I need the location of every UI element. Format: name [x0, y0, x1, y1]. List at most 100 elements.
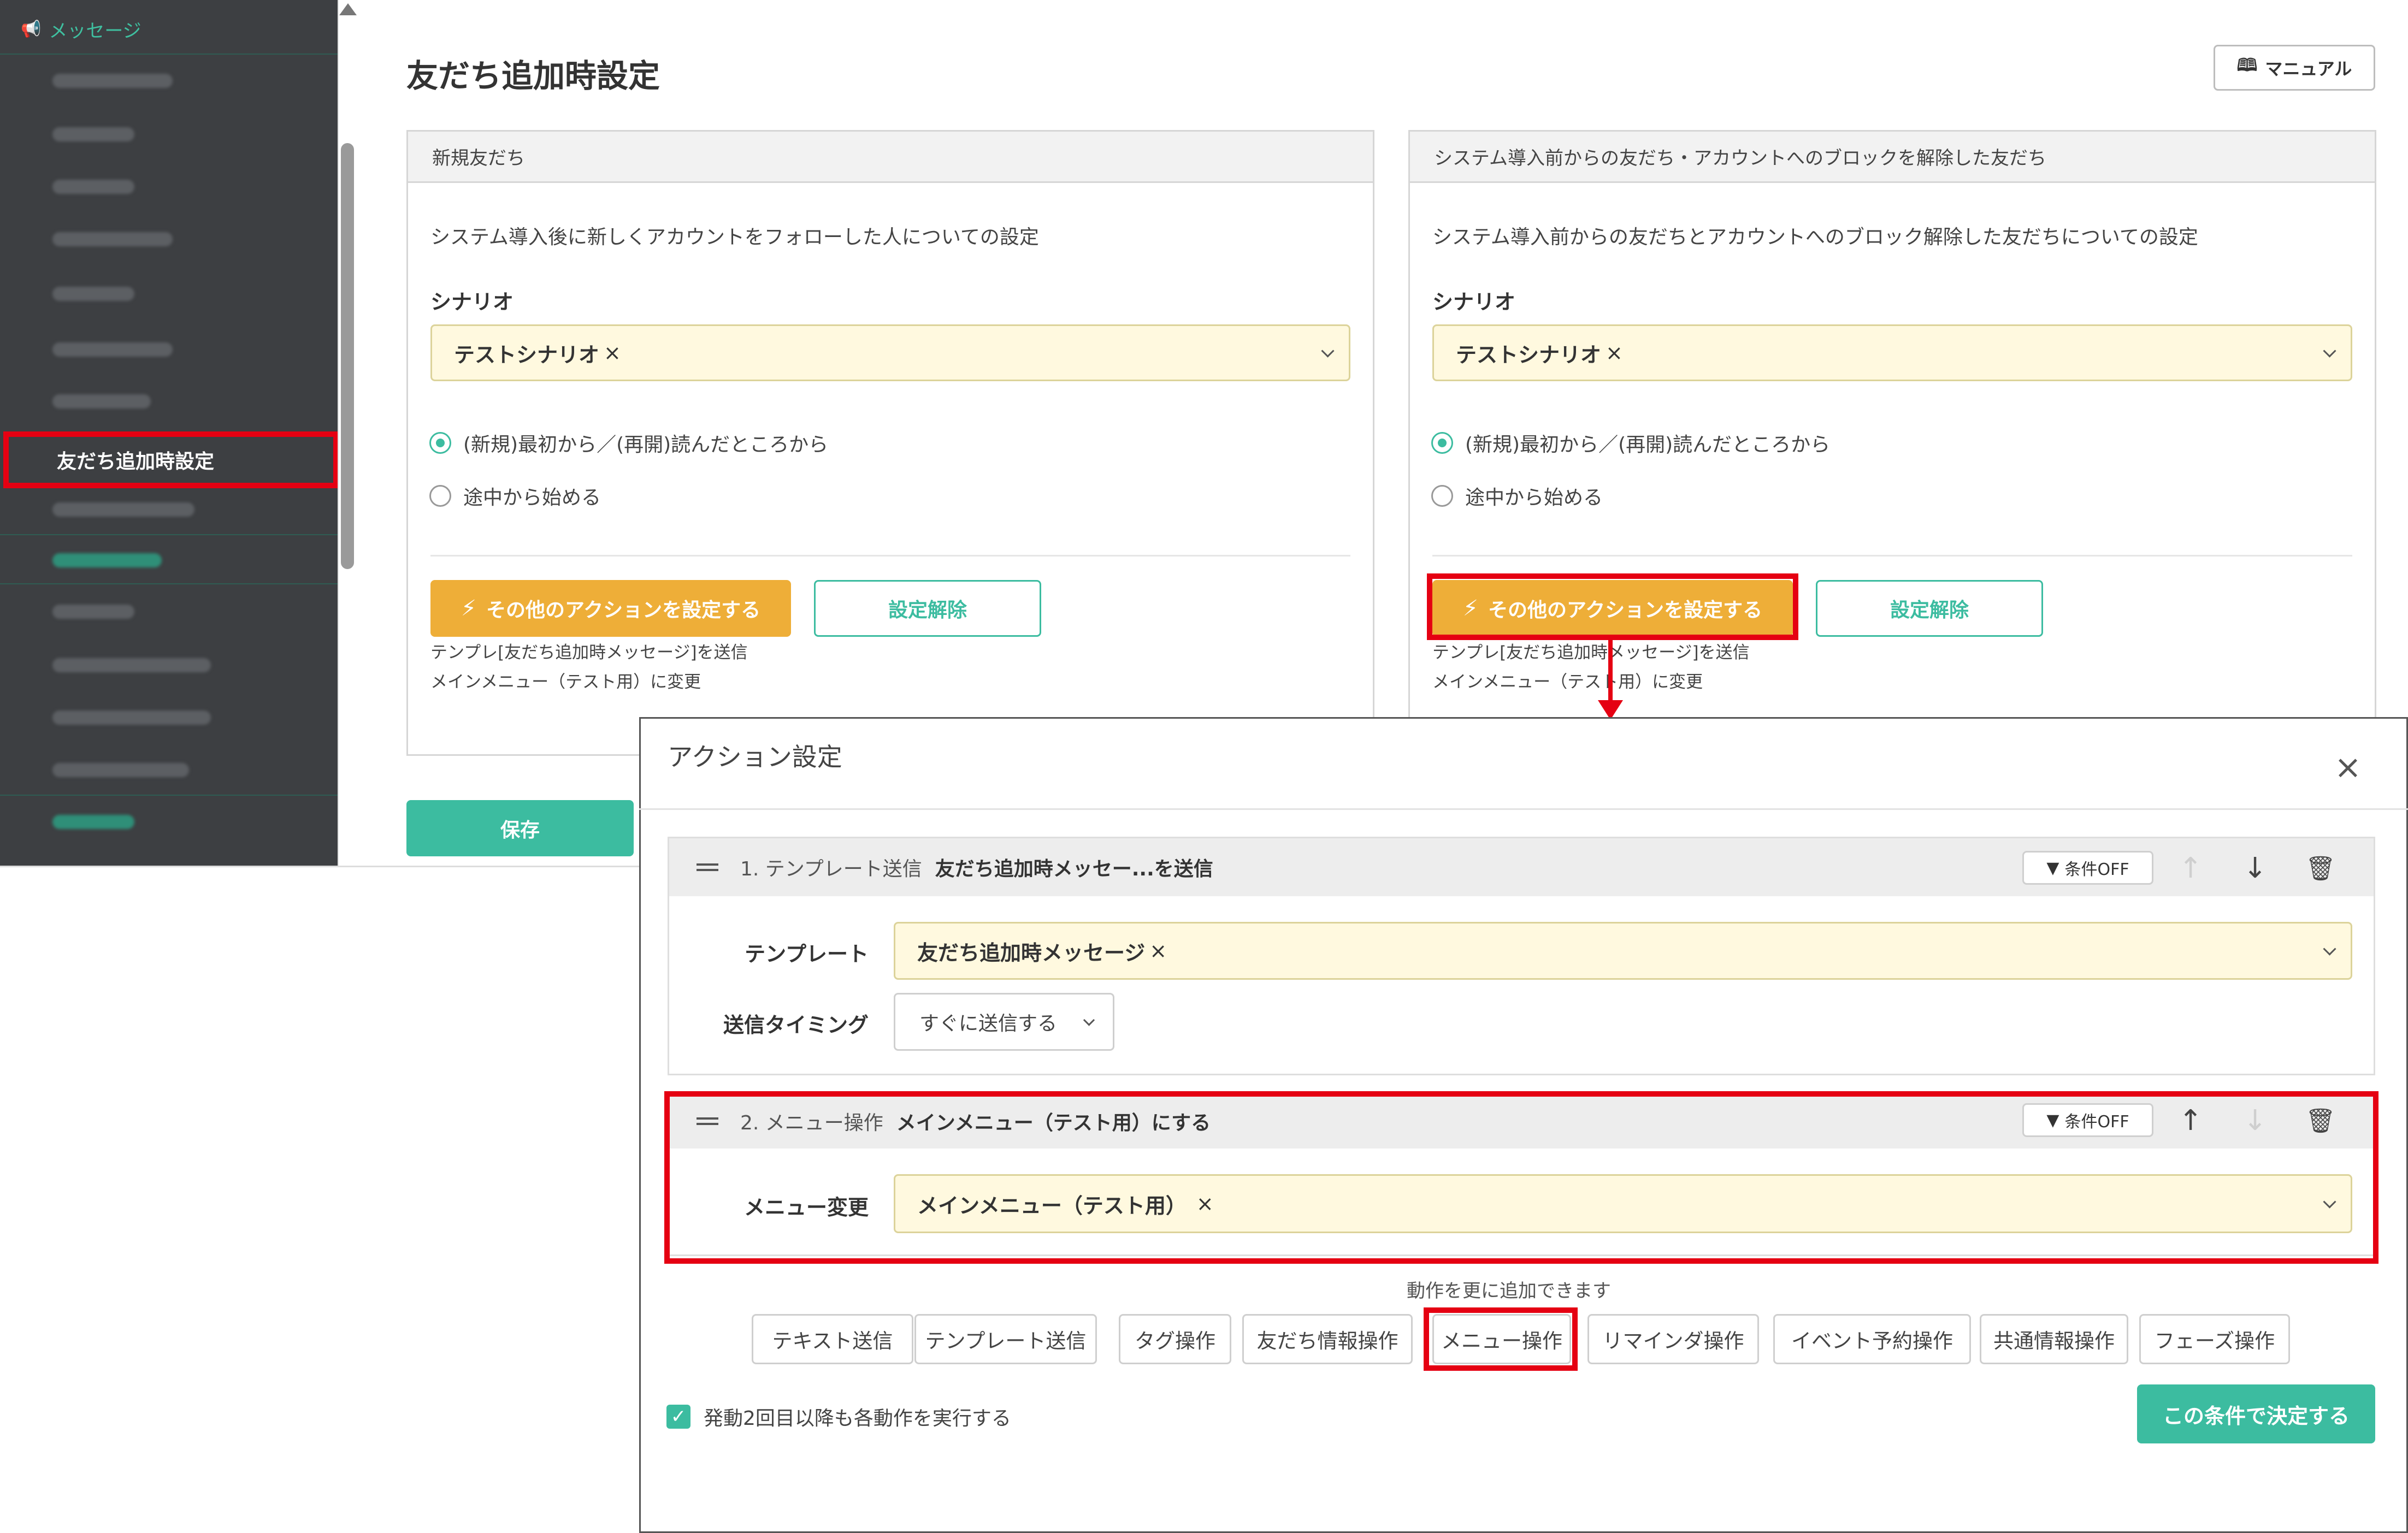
radio-label: (新規)最初から／(再開)読んだところから: [463, 434, 829, 456]
highlight-frame: [1427, 573, 1798, 640]
chip-reminder-operation[interactable]: リマインダ操作: [1587, 1314, 1759, 1364]
sidebar-item-blurred[interactable]: [52, 277, 216, 310]
chip-event-reservation-operation[interactable]: イベント予約操作: [1773, 1314, 1971, 1364]
scenario-value: テストシナリオ: [454, 342, 600, 367]
card-header: システム導入前からの友だち・アカウントへのブロックを解除した友だち: [1410, 132, 2375, 183]
card-header: 新規友だち: [408, 132, 1373, 183]
sidebar-item-blurred[interactable]: [52, 595, 216, 628]
lightning-icon: ⚡: [461, 596, 476, 621]
modal-title: アクション設定: [668, 742, 842, 772]
modal-divider: [639, 808, 2408, 810]
radio-unselected[interactable]: [1431, 485, 1453, 507]
divider: [1432, 555, 2352, 557]
radio-label: 途中から始める: [463, 487, 601, 509]
send-timing-value: すぐに送信する: [919, 1013, 1058, 1035]
radio-option-from-start[interactable]: (新規)最初から／(再開)読んだところから: [1431, 429, 1830, 457]
sidebar-item-friend-add-settings[interactable]: 友だち追加時設定: [3, 431, 339, 488]
action-type: 1. テンプレート送信: [740, 858, 922, 880]
action-summary-note-2: メインメニュー（テスト用）に変更: [1432, 672, 1703, 692]
chevron-down-icon: [2323, 942, 2336, 956]
card-description: システム導入前からの友だちとアカウントへのブロック解除した友だちについての設定: [1432, 226, 2198, 248]
radio-selected[interactable]: [429, 432, 451, 454]
page-title: 友だち追加時設定: [406, 57, 660, 94]
remove-icon[interactable]: ×: [1149, 939, 1167, 963]
radio-unselected[interactable]: [429, 485, 451, 507]
add-action-hint: 動作を更に追加できます: [1407, 1280, 1611, 1302]
sidebar-divider: [0, 54, 338, 55]
template-label: テンプレート: [745, 942, 869, 966]
radio-option-midway[interactable]: 途中から始める: [429, 482, 601, 510]
card-description: システム導入後に新しくアカウントをフォローした人についての設定: [430, 226, 1039, 248]
chip-friend-info-operation[interactable]: 友だち情報操作: [1242, 1314, 1413, 1364]
scenario-select[interactable]: テストシナリオ ×: [1432, 324, 2352, 381]
move-up-icon[interactable]: ↑: [2174, 852, 2207, 885]
sidebar-item-blurred[interactable]: [52, 754, 216, 786]
send-timing-label: 送信タイミング: [723, 1013, 869, 1037]
radio-label: 途中から始める: [1465, 487, 1603, 509]
sidebar-divider: [0, 534, 338, 535]
action-summary-note-1: テンプレ[友だち追加時メッセージ]を送信: [430, 643, 748, 662]
filter-icon: ▼: [2046, 858, 2059, 878]
sidebar-item-blurred[interactable]: [52, 649, 216, 682]
trash-icon[interactable]: 🗑: [2304, 852, 2337, 885]
save-button[interactable]: 保存: [406, 800, 634, 856]
radio-label: (新規)最初から／(再開)読んだところから: [1465, 434, 1831, 456]
sidebar-item-blurred[interactable]: [52, 223, 216, 256]
radio-option-from-start[interactable]: (新規)最初から／(再開)読んだところから: [429, 429, 828, 457]
repeat-actions-checkbox-row[interactable]: ✓ 発動2回目以降も各動作を実行する: [666, 1402, 1011, 1431]
megaphone-icon: 📢: [21, 19, 42, 39]
scrollbar-thumb[interactable]: [341, 143, 354, 569]
chip-phase-operation[interactable]: フェーズ操作: [2139, 1314, 2290, 1364]
scroll-up-arrow-icon[interactable]: [339, 3, 357, 15]
chevron-down-icon: [1083, 1014, 1095, 1026]
scenario-value: テストシナリオ: [1456, 342, 1602, 367]
send-timing-select[interactable]: すぐに送信する: [894, 993, 1114, 1051]
radio-option-midway[interactable]: 途中から始める: [1431, 482, 1603, 510]
book-icon: 🕮: [2236, 55, 2258, 75]
close-icon[interactable]: ×: [2332, 751, 2364, 784]
checkbox-checked-icon[interactable]: ✓: [666, 1405, 690, 1429]
sidebar-item-blurred[interactable]: [52, 385, 216, 418]
other-actions-label: その他のアクションを設定する: [486, 599, 761, 622]
decide-button[interactable]: この条件で決定する: [2137, 1384, 2375, 1443]
sidebar-section-label: メッセージ: [49, 20, 141, 42]
sidebar-section-messages[interactable]: 📢 メッセージ: [21, 15, 141, 43]
checkbox-label: 発動2回目以降も各動作を実行する: [704, 1407, 1011, 1430]
chip-common-info-operation[interactable]: 共通情報操作: [1980, 1314, 2128, 1364]
sidebar-item-blurred[interactable]: [52, 170, 216, 203]
action-summary-note-1: テンプレ[友だち追加時メッセージ]を送信: [1432, 643, 1750, 662]
radio-selected[interactable]: [1431, 432, 1453, 454]
action-summary: 友だち追加時メッセー...を送信: [935, 858, 1213, 880]
chevron-down-icon: [2323, 344, 2336, 358]
sidebar-item-blurred[interactable]: [52, 701, 216, 734]
scenario-select[interactable]: テストシナリオ ×: [430, 324, 1350, 381]
highlight-frame: [664, 1091, 2379, 1264]
action-summary-note-2: メインメニュー（テスト用）に変更: [430, 672, 701, 692]
highlight-frame: [1424, 1307, 1578, 1371]
clear-settings-button[interactable]: 設定解除: [1816, 580, 2043, 637]
sidebar-item-blurred[interactable]: [52, 333, 216, 366]
chip-template-send[interactable]: テンプレート送信: [914, 1314, 1097, 1364]
sidebar-item-blurred[interactable]: [52, 118, 216, 151]
condition-toggle-button[interactable]: ▼ 条件OFF: [2022, 851, 2153, 885]
scenario-label: シナリオ: [430, 290, 514, 314]
clear-settings-button[interactable]: 設定解除: [814, 580, 1041, 637]
condition-label: 条件OFF: [2064, 860, 2129, 879]
template-value: 友だち追加時メッセージ: [917, 940, 1146, 965]
scenario-label: シナリオ: [1432, 290, 1516, 314]
manual-button-label: マニュアル: [2265, 58, 2352, 79]
sidebar-item-blurred[interactable]: [52, 64, 216, 97]
remove-icon[interactable]: ×: [1606, 341, 1623, 365]
sidebar-section-blurred[interactable]: [22, 544, 186, 577]
manual-button[interactable]: 🕮 マニュアル: [2214, 45, 2375, 91]
move-down-icon[interactable]: ↓: [2239, 852, 2271, 885]
drag-handle-icon[interactable]: [697, 863, 718, 871]
other-actions-button[interactable]: ⚡ その他のアクションを設定する: [430, 580, 791, 637]
template-select[interactable]: 友だち追加時メッセージ ×: [894, 922, 2352, 980]
sidebar-divider: [0, 795, 338, 796]
chip-tag-operation[interactable]: タグ操作: [1119, 1314, 1231, 1364]
sidebar-item-blurred[interactable]: [52, 493, 216, 526]
chip-text-send[interactable]: テキスト送信: [752, 1314, 913, 1364]
sidebar-section-blurred[interactable]: [22, 806, 186, 838]
remove-icon[interactable]: ×: [604, 341, 621, 365]
